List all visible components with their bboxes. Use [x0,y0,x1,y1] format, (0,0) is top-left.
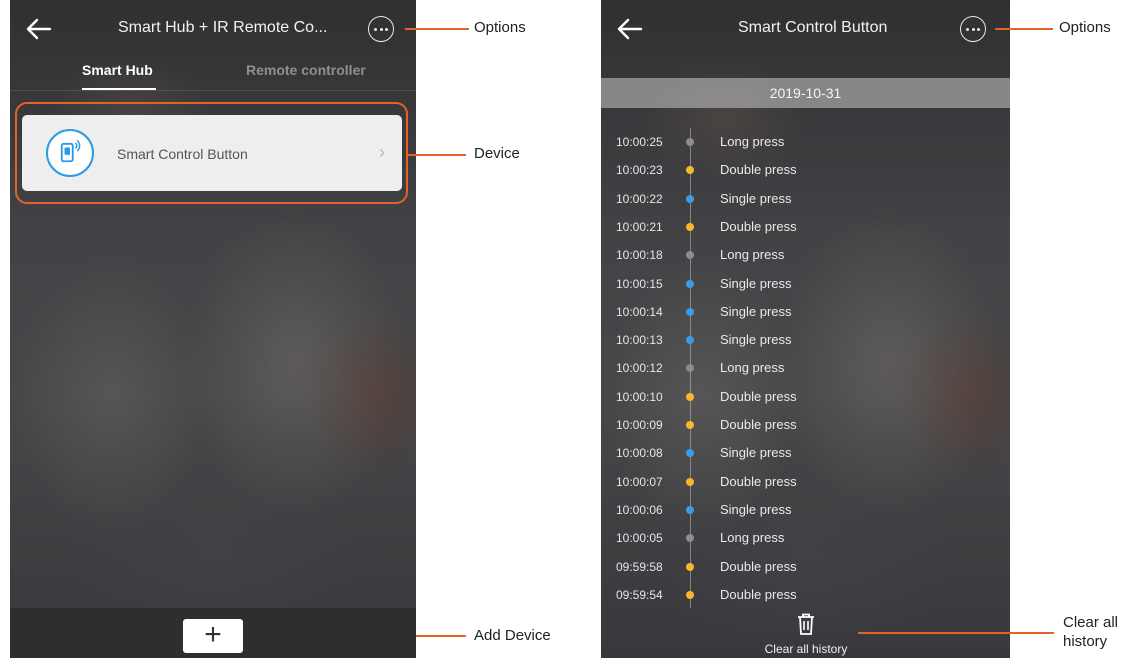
event-dot-icon [686,336,694,345]
history-event: Long press [720,360,785,376]
history-event: Double press [720,473,797,489]
event-dot-icon [686,364,694,373]
smart-hub-screen: Smart Hub + IR Remote Co... Smart Hub Re… [10,0,416,658]
history-event: Single press [720,303,792,319]
event-dot-icon [686,590,694,599]
history-row: 10:00:09 Double press [601,414,1010,442]
event-dot-icon [686,194,694,203]
trash-icon[interactable] [795,612,817,636]
event-dot-icon [686,421,694,429]
history-time: 10:00:23 [616,163,663,178]
press-history-list: 10:00:25 Long press 10:00:23 Double press 10… [601,0,1010,658]
callout-add-device: Add Device [474,627,551,644]
event-dot-icon [686,166,694,175]
history-row: 10:00:05 Long press [601,527,1010,555]
history-row: 10:00:08 Single press [601,442,1010,470]
tab-smart-hub[interactable]: Smart Hub [82,62,153,78]
history-event: Double press [720,388,797,404]
callout-line-options-left [405,28,469,30]
history-row: 10:00:23 Double press [601,159,1010,187]
event-dot-icon [686,392,694,401]
history-time: 10:00:06 [616,502,663,517]
back-arrow-icon[interactable] [24,14,54,44]
history-row: 10:00:12 Long press [601,357,1010,385]
history-time: 09:59:54 [616,587,663,602]
history-time: 10:00:25 [616,135,663,149]
history-row: 10:00:18 Long press [601,244,1010,272]
tab-divider [10,90,416,91]
history-row: 10:00:15 Single press [601,273,1010,301]
callout-clear-history-line1: Clear all [1063,614,1119,631]
clear-all-history-button[interactable]: Clear all history [761,642,851,656]
chevron-right-icon: › [379,142,385,162]
history-time: 10:00:05 [616,531,663,546]
history-time: 10:00:07 [616,474,663,489]
callout-options-right: Options [1059,19,1111,36]
device-item-smart-control-button[interactable]: Smart Control Button › [22,115,402,191]
history-event: Long press [720,530,785,546]
history-event: Double press [720,586,797,602]
history-event: Double press [720,417,797,432]
device-name: Smart Control Button [117,146,248,162]
event-dot-icon [686,307,694,316]
callout-device: Device [474,145,520,162]
history-event: Double press [720,558,797,574]
history-time: 10:00:21 [616,219,663,234]
event-dot-icon [686,562,694,571]
add-device-button[interactable]: + [183,619,243,653]
history-time: 10:00:08 [616,446,663,461]
event-dot-icon [686,534,694,543]
callout-options-left: Options [474,19,526,36]
history-row: 10:00:13 Single press [601,329,1010,357]
history-time: 10:00:13 [616,333,663,348]
more-options-icon[interactable] [368,16,394,42]
event-dot-icon [686,222,694,231]
page-title: Smart Hub + IR Remote Co... [118,19,328,36]
history-time: 09:59:58 [616,559,663,574]
callout-clear-history-line2: history [1063,633,1108,650]
history-event: Double press [720,162,797,178]
callout-line-device [408,154,466,156]
history-event: Double press [720,218,797,234]
history-event: Single press [720,501,792,517]
history-row: 10:00:10 Double press [601,386,1010,414]
event-dot-icon [686,251,694,260]
history-time: 10:00:15 [616,276,663,291]
history-row: 10:00:14 Single press [601,301,1010,329]
history-row: 10:00:22 Single press [601,188,1010,216]
event-dot-icon [686,279,694,288]
history-time: 10:00:18 [616,248,663,263]
history-row: 10:00:06 Single press [601,499,1010,527]
history-time: 10:00:12 [616,361,663,376]
history-event: Long press [720,247,785,263]
event-dot-icon [686,477,694,486]
history-event: Single press [720,275,792,291]
history-row: 10:00:25 Long press [601,131,1010,159]
history-row: 10:00:07 Double press [601,471,1010,499]
history-row: 10:00:21 Double press [601,216,1010,244]
history-event: Single press [720,190,792,206]
history-event: Long press [720,134,785,149]
event-dot-icon [686,449,694,458]
history-event: Single press [720,332,792,348]
history-time: 10:00:10 [616,389,663,404]
history-time: 10:00:09 [616,418,663,432]
history-event: Single press [720,445,792,461]
remote-button-icon [46,129,94,177]
history-row: 09:59:54 Double press [601,584,1010,612]
event-dot-icon [686,138,694,146]
smart-control-button-screen: Smart Control Button 2019-10-31 10:00:25… [601,0,1010,658]
tab-remote-controller[interactable]: Remote controller [246,62,366,78]
event-dot-icon [686,505,694,514]
history-time: 10:00:22 [616,191,663,206]
history-row: 09:59:58 Double press [601,556,1010,584]
history-time: 10:00:14 [616,304,663,319]
